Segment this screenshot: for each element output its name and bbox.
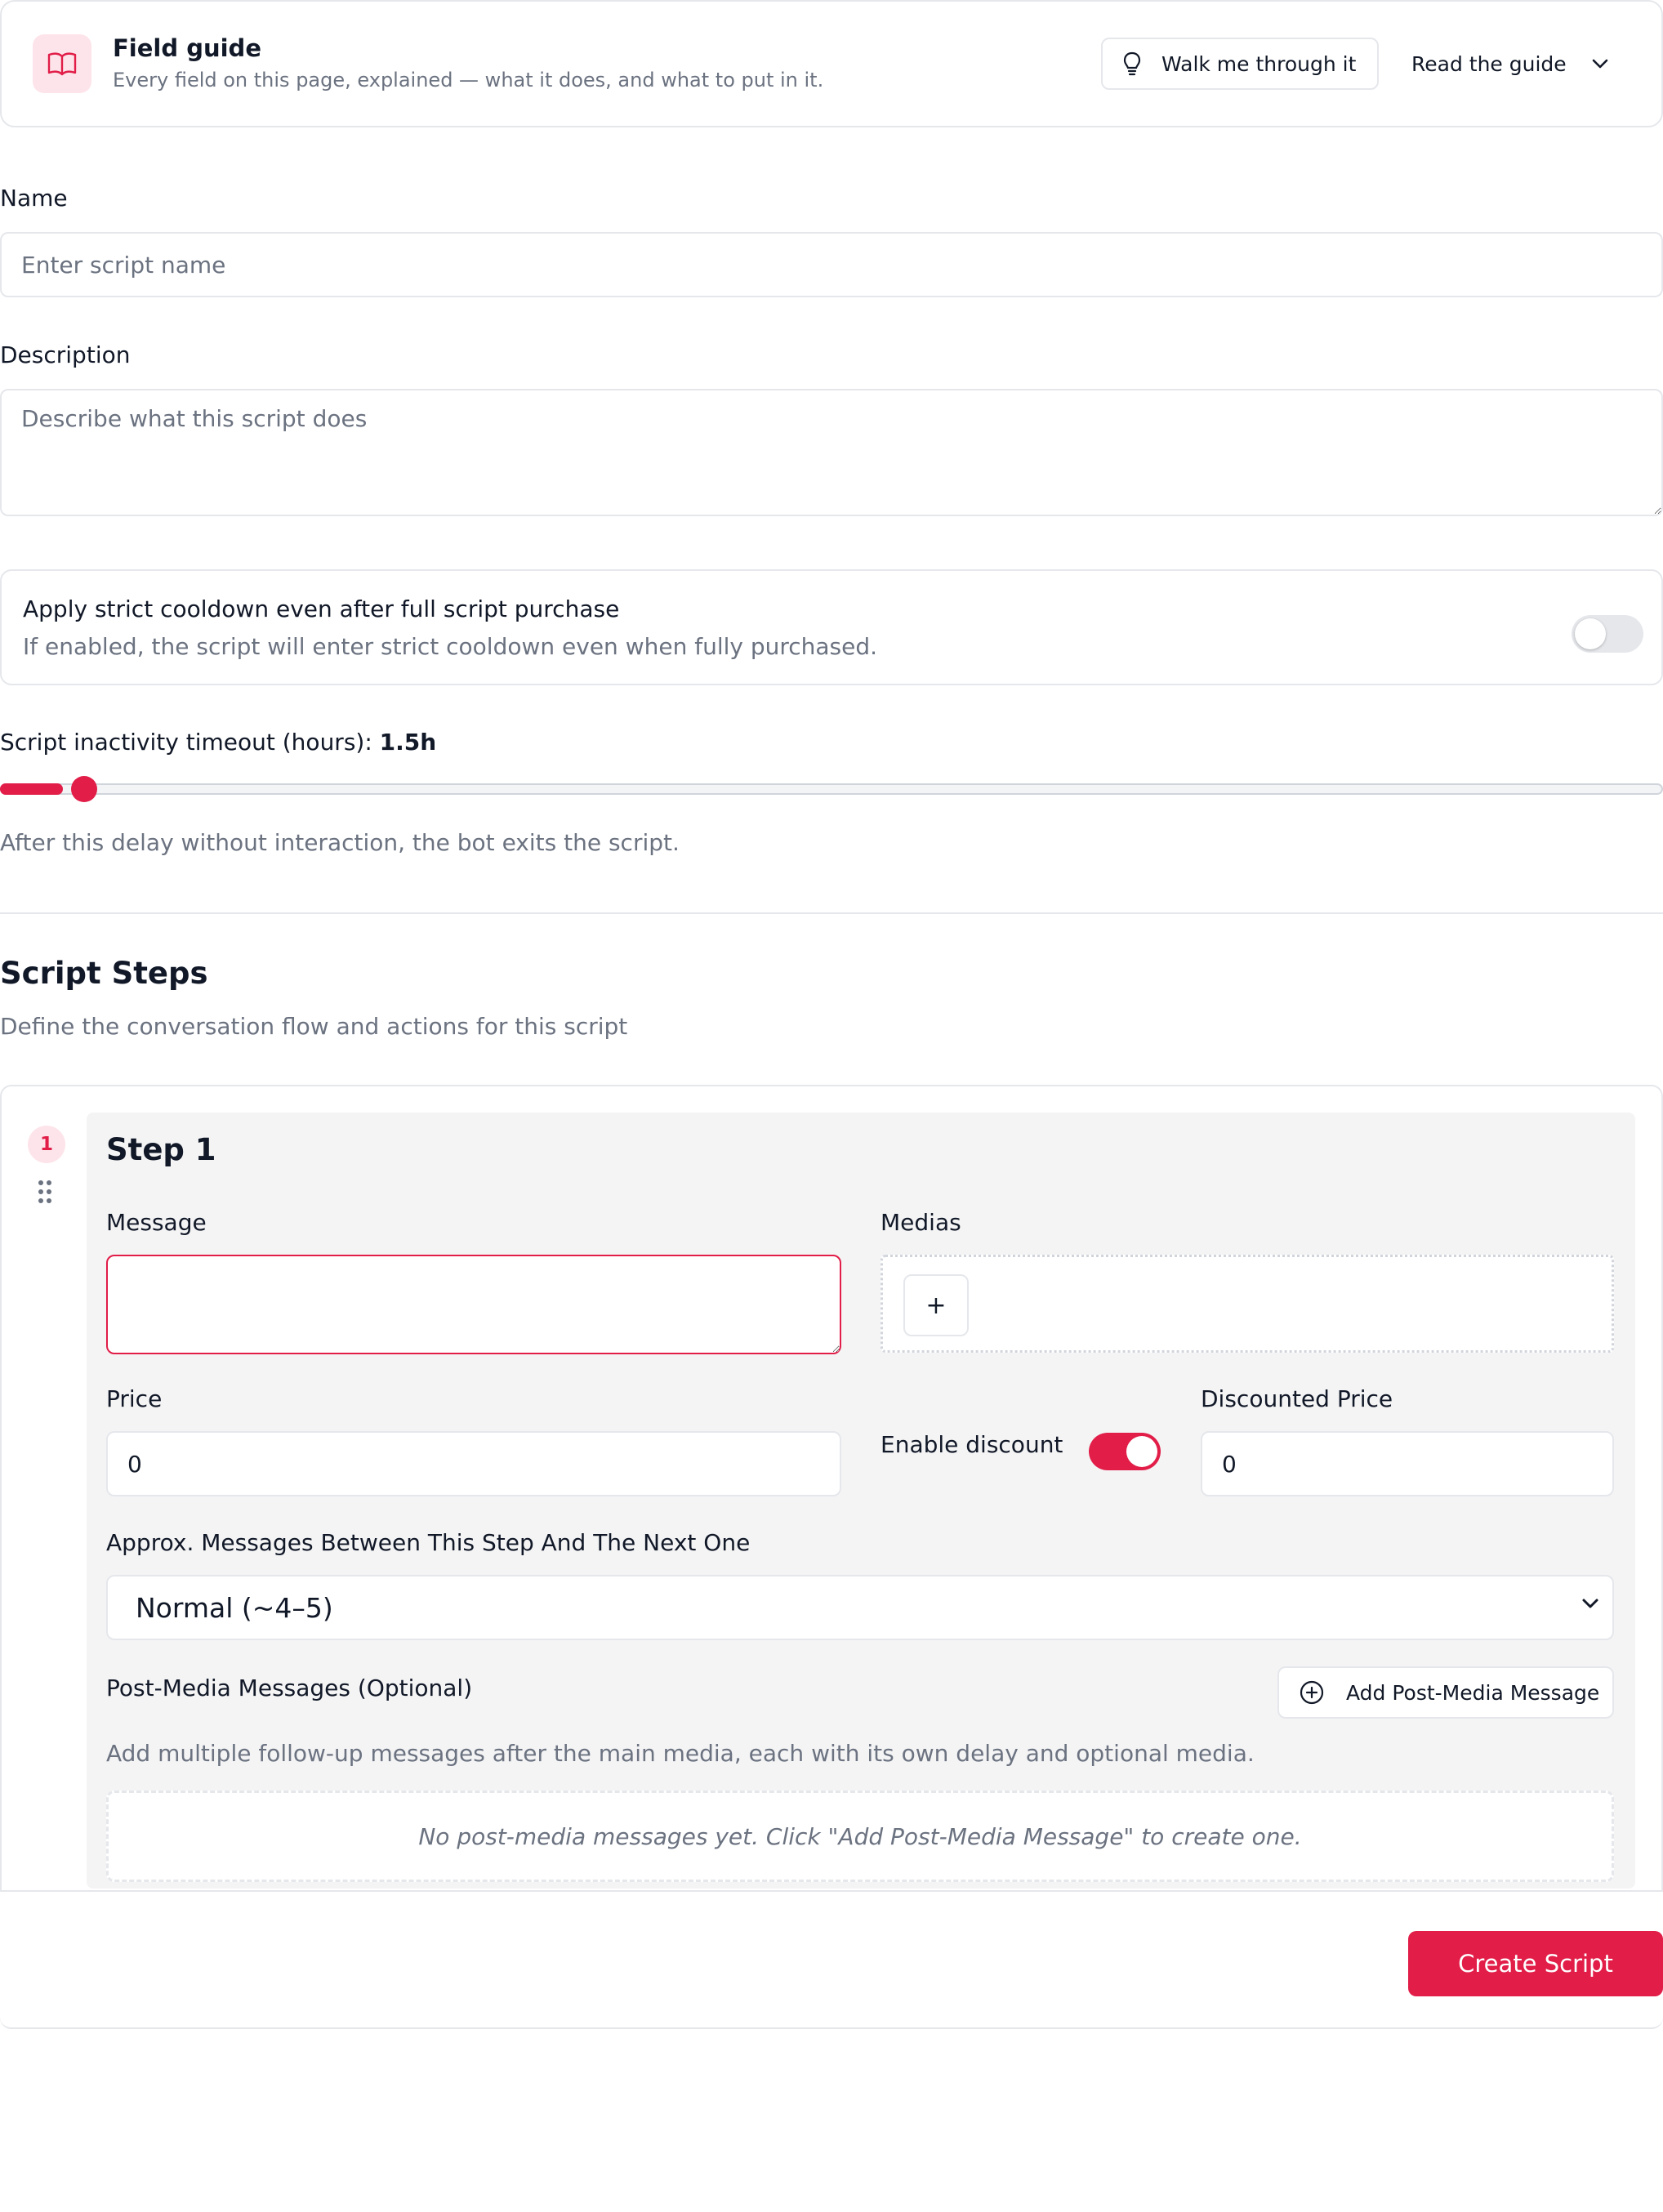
chevron-down-icon xyxy=(1582,1599,1598,1608)
drag-handle-icon[interactable] xyxy=(38,1180,52,1207)
inactivity-timeout-slider-fill xyxy=(0,783,64,795)
price-label: Price xyxy=(106,1385,163,1412)
inactivity-timeout-slider[interactable] xyxy=(0,783,1663,795)
step-card xyxy=(87,1113,1635,1889)
script-steps-title: Script Steps xyxy=(0,956,208,991)
inactivity-timeout-value: 1.5h xyxy=(379,729,437,756)
add-media-button[interactable]: + xyxy=(903,1274,969,1336)
section-divider xyxy=(0,912,1663,914)
messages-between-label: Approx. Messages Between This Step And T… xyxy=(106,1529,751,1556)
create-script-button[interactable]: Create Script xyxy=(1408,1931,1663,1996)
post-media-help: Add multiple follow-up messages after th… xyxy=(106,1740,1255,1767)
lightbulb-icon xyxy=(1123,51,1141,76)
message-label: Message xyxy=(106,1209,207,1236)
description-label: Description xyxy=(0,341,131,368)
messages-between-value: Normal (~4–5) xyxy=(136,1591,333,1624)
step-title: Step 1 xyxy=(106,1132,216,1167)
inactivity-timeout-label: Script inactivity timeout (hours): 1.5h xyxy=(0,729,436,756)
message-input[interactable] xyxy=(106,1255,841,1354)
read-guide-button[interactable]: Read the guide xyxy=(1411,38,1624,90)
strict-cooldown-setting: Apply strict cooldown even after full sc… xyxy=(0,569,1663,685)
book-open-icon xyxy=(33,34,91,93)
strict-cooldown-toggle[interactable] xyxy=(1572,615,1643,653)
add-post-media-label: Add Post-Media Message xyxy=(1346,1680,1600,1705)
plus-circle-icon xyxy=(1300,1680,1324,1705)
toggle-knob xyxy=(1126,1436,1157,1467)
inactivity-timeout-text: Script inactivity timeout (hours): xyxy=(0,729,372,756)
post-media-label: Post-Media Messages (Optional) xyxy=(106,1675,473,1701)
script-steps-subtitle: Define the conversation flow and actions… xyxy=(0,1013,628,1040)
name-input[interactable] xyxy=(0,232,1663,297)
messages-between-select[interactable]: Normal (~4–5) xyxy=(106,1575,1614,1640)
strict-cooldown-title: Apply strict cooldown even after full sc… xyxy=(23,595,620,622)
price-input[interactable] xyxy=(106,1431,841,1496)
enable-discount-toggle[interactable] xyxy=(1089,1433,1161,1470)
field-guide-subtitle: Every field on this page, explained — wh… xyxy=(113,69,824,91)
medias-dropzone xyxy=(881,1255,1614,1353)
medias-label: Medias xyxy=(881,1209,961,1236)
step-number-badge: 1 xyxy=(28,1126,65,1163)
post-media-empty-state: No post-media messages yet. Click "Add P… xyxy=(106,1791,1614,1882)
discounted-price-input[interactable] xyxy=(1201,1431,1614,1496)
enable-discount-label: Enable discount xyxy=(881,1431,1063,1458)
name-label: Name xyxy=(0,185,68,212)
chevron-down-icon xyxy=(1592,59,1607,69)
add-post-media-button[interactable]: Add Post-Media Message xyxy=(1277,1666,1614,1719)
walk-me-through-label: Walk me through it xyxy=(1161,51,1357,76)
inactivity-timeout-slider-handle[interactable] xyxy=(71,776,98,802)
inactivity-timeout-help: After this delay without interaction, th… xyxy=(0,829,680,856)
field-guide-title: Field guide xyxy=(113,34,261,62)
strict-cooldown-description: If enabled, the script will enter strict… xyxy=(23,633,878,660)
description-input[interactable] xyxy=(0,389,1663,516)
toggle-knob xyxy=(1575,618,1606,649)
read-guide-label: Read the guide xyxy=(1411,51,1567,76)
walk-me-through-button[interactable]: Walk me through it xyxy=(1101,38,1379,90)
discounted-price-label: Discounted Price xyxy=(1201,1385,1393,1412)
